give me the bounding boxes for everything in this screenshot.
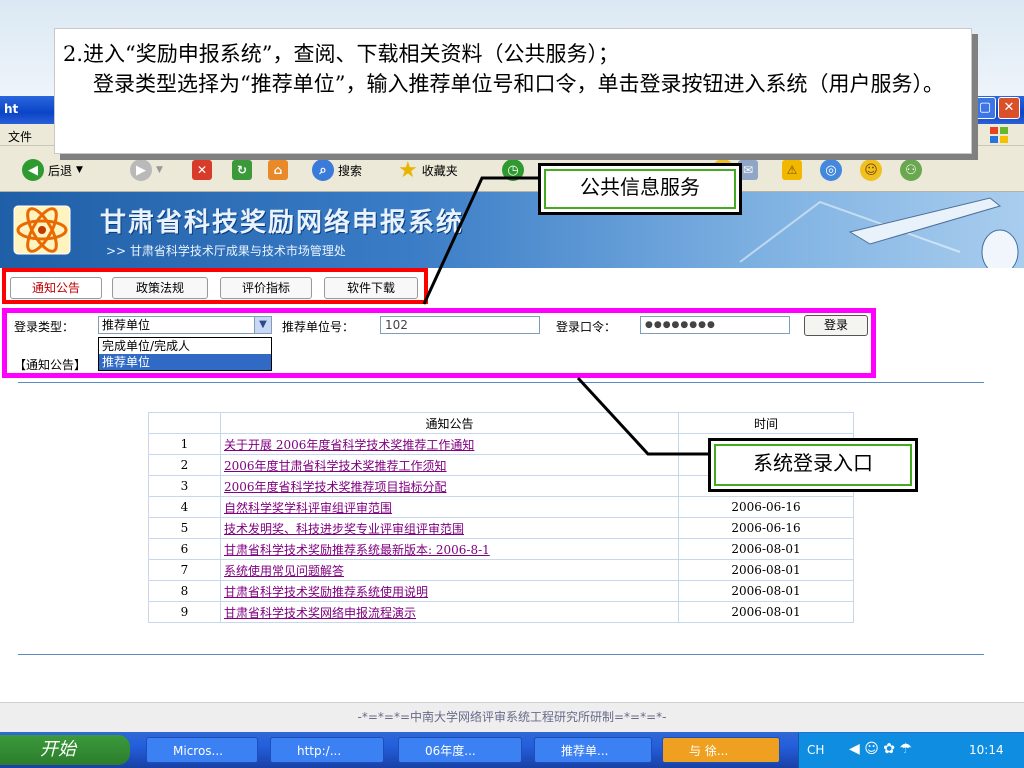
column-header-index [148,412,221,434]
search-icon: ⌕ [312,159,334,181]
taskbar-item-chat[interactable]: 与 徐... [662,737,780,763]
row-number: 8 [148,580,221,602]
windows-logo-icon [990,127,1008,143]
public-info-callout: 公共信息服务 [538,163,742,215]
start-label: 开始 [40,739,76,760]
notice-link[interactable]: 2006年度省科学技术奖推荐项目指标分配 [220,475,679,497]
back-button[interactable]: ◀ 后退 ▼ [22,158,83,182]
instruction-textbox: 2.进入“奖励申报系统”，查阅、下载相关资料（公共服务）； 登录类型选择为“推荐… [54,28,972,154]
start-button[interactable]: 开始 [0,735,130,765]
column-header-date: 时间 [678,412,854,434]
back-label: 后退 [48,163,73,178]
column-header-title: 通知公告 [220,412,679,434]
table-row: 4 自然科学奖学科评审组评审范围 2006-06-16 [148,496,854,518]
star-icon: ★ [398,157,418,183]
public-service-highlight [2,268,428,304]
chevron-down-icon: ▼ [76,165,83,175]
table-row: 7 系统使用常见问题解答 2006-08-01 [148,559,854,581]
menu-file[interactable]: 文件 [8,128,32,145]
history-button[interactable]: ◷ [502,158,524,182]
taskbar-item-document[interactable]: 推荐单... [534,737,652,763]
messenger-icon: ◎ [820,159,842,181]
notice-link[interactable]: 甘肃省科学技术奖网络申报流程演示 [220,601,679,623]
row-number: 7 [148,559,221,581]
input-language[interactable]: CH [807,743,824,757]
divider [18,382,984,383]
stop-button[interactable]: ✕ [192,158,212,182]
table-row: 8 甘肃省科学技术奖励推荐系统使用说明 2006-08-01 [148,580,854,602]
notice-link[interactable]: 系统使用常见问题解答 [220,559,679,581]
home-button[interactable]: ⌂ [268,158,288,182]
home-icon: ⌂ [268,160,288,180]
messenger-icons: ☺ ✉ ⚠ ◎ ☺ ⚇ [712,158,922,182]
atom-logo-icon [13,205,71,255]
row-number: 6 [148,538,221,560]
pen-decoration-icon [739,197,1019,268]
stop-icon: ✕ [192,160,212,180]
favorites-button[interactable]: ★ 收藏夹 [398,157,458,183]
login-entry-callout-text: 系统登录入口 [753,451,873,475]
notice-link[interactable]: 关于开展 2006年度省科学技术奖推荐工作通知 [220,433,679,455]
login-entry-callout: 系统登录入口 [708,438,918,492]
browser-title: ht [4,102,19,116]
refresh-icon: ↻ [232,160,252,180]
instruction-line-1: 2.进入“奖励申报系统”，查阅、下载相关资料（公共服务）； [63,42,620,66]
contacts-icon: ⚇ [900,159,922,181]
forward-arrow-icon: ▶ [130,159,152,181]
table-row: 6 甘肃省科学技术奖励推荐系统最新版本: 2006-8-1 2006-08-01 [148,538,854,560]
favorites-label: 收藏夹 [421,163,458,178]
chevron-down-icon: ▼ [156,165,163,175]
row-number: 3 [148,475,221,497]
history-icon: ◷ [502,159,524,181]
notice-date: 2006-08-01 [678,559,854,581]
divider [18,654,984,655]
taskbar-item-folder[interactable]: 06年度... [398,737,522,763]
notice-link[interactable]: 甘肃省科学技术奖励推荐系统使用说明 [220,580,679,602]
table-row: 5 技术发明奖、科技进步奖专业评审组评审范围 2006-06-16 [148,517,854,539]
row-number: 4 [148,496,221,518]
search-label: 搜索 [338,163,363,178]
notice-date: 2006-08-01 [678,580,854,602]
notice-date: 2006-08-01 [678,538,854,560]
table-row: 9 甘肃省科学技术奖网络申报流程演示 2006-08-01 [148,601,854,623]
warning-icon: ⚠ [782,160,802,180]
back-arrow-icon: ◀ [22,159,44,181]
notice-date: 2006-06-16 [678,517,854,539]
notice-link[interactable]: 技术发明奖、科技进步奖专业评审组评审范围 [220,517,679,539]
row-number: 1 [148,433,221,455]
notice-link[interactable]: 2006年度甘肃省科学技术奖推荐工作须知 [220,454,679,476]
site-subtitle: >> 甘肃省科学技术厅成果与技术市场管理处 [106,244,346,258]
search-button[interactable]: ⌕ 搜索 [312,158,362,182]
site-title: 甘肃省科技奖励网络申报系统 [100,208,465,238]
row-number: 2 [148,454,221,476]
forward-button[interactable]: ▶ ▼ [130,158,163,182]
row-number: 5 [148,517,221,539]
taskbar-item-browser[interactable]: http:/... [270,737,384,763]
tray-icons: ◀ ☺ ✿ ☂ [849,741,912,757]
refresh-button[interactable]: ↻ [232,158,252,182]
close-button[interactable]: ✕ [998,97,1020,119]
emoticon-icon: ☺ [860,159,882,181]
page-footer: -*=*=*=中南大学网络评审系统工程研究所研制=*=*=*- [0,702,1024,732]
login-highlight [2,308,876,378]
clock: 10:14 [969,743,1004,757]
taskbar-item-powerpoint[interactable]: Micros... [146,737,258,763]
table-header-row: 通知公告 时间 [148,412,854,434]
site-banner: 甘肃省科技奖励网络申报系统 >> 甘肃省科学技术厅成果与技术市场管理处 [0,192,1024,268]
system-tray: CH ◀ ☺ ✿ ☂ 10:14 [798,733,1024,768]
row-number: 9 [148,601,221,623]
maximize-button[interactable]: ▢ [974,97,996,119]
instruction-line-2: 登录类型选择为“推荐单位”，输入推荐单位号和口令，单击登录按钮进入系统（用户服务… [93,72,944,96]
notice-date: 2006-06-16 [678,496,854,518]
notice-link[interactable]: 甘肃省科学技术奖励推荐系统最新版本: 2006-8-1 [220,538,679,560]
notice-link[interactable]: 自然科学奖学科评审组评审范围 [220,496,679,518]
public-info-callout-text: 公共信息服务 [580,175,700,199]
notice-date: 2006-08-01 [678,601,854,623]
